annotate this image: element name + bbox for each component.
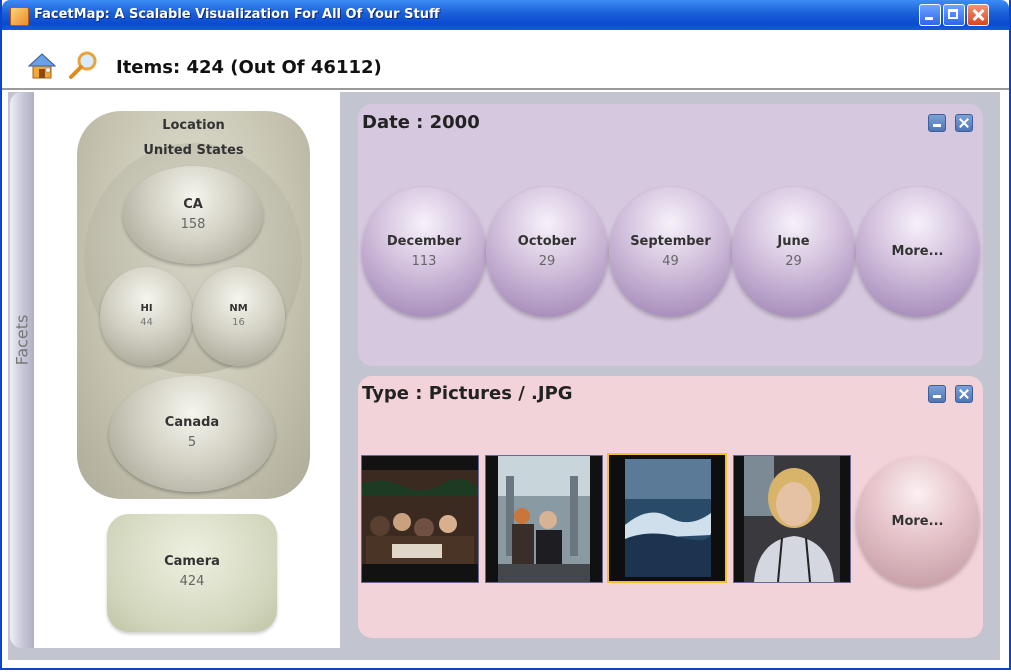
type-more-label: More... bbox=[891, 514, 944, 529]
home-icon[interactable] bbox=[28, 52, 56, 80]
ocean-wave-image bbox=[609, 455, 725, 581]
state-label-nm: NM bbox=[229, 303, 248, 314]
photo-thumbnail-dinner-party[interactable] bbox=[361, 455, 479, 583]
camera-count: 424 bbox=[179, 574, 205, 589]
maximize-button[interactable] bbox=[943, 4, 965, 26]
window-title: FacetMap: A Scalable Visualization For A… bbox=[34, 7, 440, 22]
month-count-december: 113 bbox=[411, 254, 437, 269]
facets-label: Facets bbox=[12, 314, 32, 366]
state-label-ca: CA bbox=[183, 197, 203, 212]
month-label-september: September bbox=[630, 234, 711, 249]
type-panel-close-button[interactable] bbox=[955, 385, 973, 403]
month-label-december: December bbox=[386, 234, 462, 249]
search-icon[interactable] bbox=[68, 50, 98, 80]
month-label-june: June bbox=[777, 234, 810, 249]
date-more-label: More... bbox=[891, 244, 944, 259]
month-count-september: 49 bbox=[662, 254, 679, 269]
items-count-label: Items: 424 (Out Of 46112) bbox=[116, 57, 382, 78]
photo-thumbnail-woman-portrait[interactable] bbox=[733, 455, 851, 583]
country-bubble-canada[interactable] bbox=[109, 376, 275, 492]
dinner-party-image bbox=[362, 456, 478, 582]
country-count-canada: 5 bbox=[187, 435, 197, 450]
mall-atrium-image bbox=[486, 456, 602, 582]
month-count-june: 29 bbox=[785, 254, 802, 269]
camera-label: Camera bbox=[164, 554, 220, 569]
month-bubble-june[interactable] bbox=[732, 187, 855, 317]
camera-facet[interactable] bbox=[107, 514, 277, 632]
country-label-canada: Canada bbox=[164, 415, 220, 430]
month-bubble-october[interactable] bbox=[486, 187, 608, 317]
app-icon bbox=[10, 7, 29, 26]
month-label-october: October bbox=[517, 234, 577, 249]
state-count-hi: 44 bbox=[140, 317, 153, 328]
state-label-hi: HI bbox=[140, 303, 153, 314]
location-title: Location bbox=[162, 118, 225, 133]
type-panel-title: Type : Pictures / .JPG bbox=[362, 383, 573, 404]
state-count-ca: 158 bbox=[180, 217, 206, 232]
toolbar: Items: 424 (Out Of 46112) bbox=[2, 30, 1009, 90]
minimize-button[interactable] bbox=[919, 4, 941, 26]
close-button[interactable] bbox=[967, 4, 989, 26]
photo-thumbnail-ocean-wave[interactable] bbox=[607, 453, 727, 583]
facets-sidebar-tab[interactable] bbox=[10, 92, 34, 648]
title-bar[interactable]: FacetMap: A Scalable Visualization For A… bbox=[2, 0, 1009, 30]
date-panel-title: Date : 2000 bbox=[362, 112, 480, 133]
woman-portrait-image bbox=[734, 456, 850, 582]
photo-thumbnail-mall-atrium[interactable] bbox=[485, 455, 603, 583]
state-bubble-ca[interactable] bbox=[123, 166, 263, 264]
state-count-nm: 16 bbox=[232, 317, 245, 328]
month-bubble-september[interactable] bbox=[609, 187, 732, 317]
united-states-label: United States bbox=[143, 143, 244, 158]
month-bubble-december[interactable] bbox=[362, 187, 486, 317]
month-count-october: 29 bbox=[538, 254, 556, 269]
type-panel-minimize-button[interactable] bbox=[928, 385, 946, 403]
date-panel-close-button[interactable] bbox=[955, 114, 973, 132]
date-panel-minimize-button[interactable] bbox=[928, 114, 946, 132]
